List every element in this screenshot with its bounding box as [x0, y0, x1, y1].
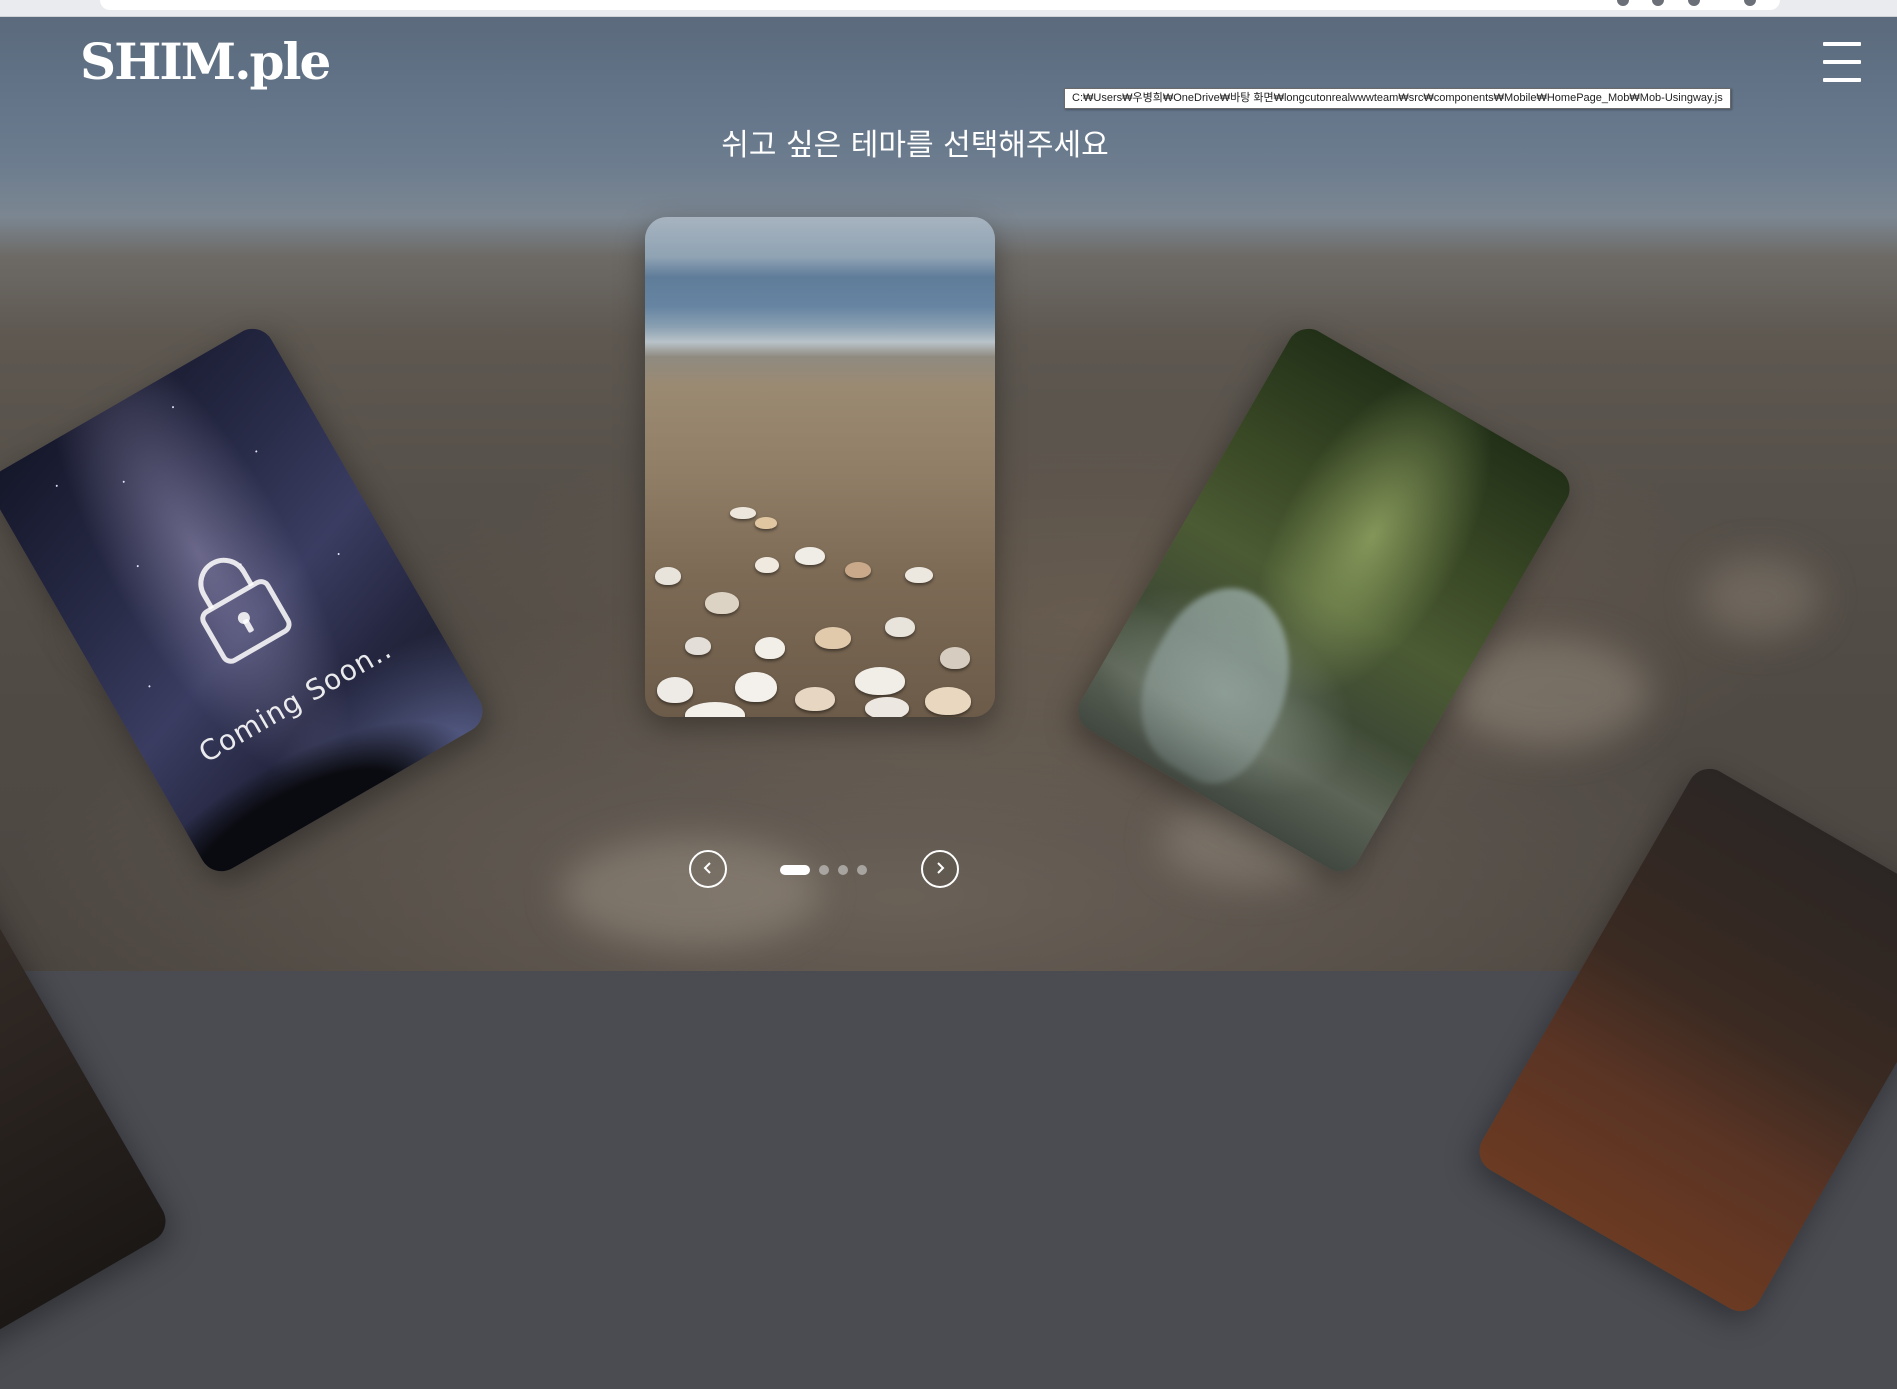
- address-bar[interactable]: [100, 0, 1780, 10]
- pagination-dot-4[interactable]: [857, 865, 867, 875]
- theme-card-beach-active[interactable]: [645, 217, 995, 717]
- carousel-prev-button[interactable]: [689, 850, 727, 888]
- browser-toolbar: [0, 0, 1897, 17]
- carousel-pagination: [780, 865, 867, 875]
- chevron-right-icon: [933, 860, 947, 879]
- carousel-next-button[interactable]: [921, 850, 959, 888]
- chevron-left-icon: [701, 860, 715, 879]
- pagination-dot-3[interactable]: [838, 865, 848, 875]
- pagination-dot-2[interactable]: [819, 865, 829, 875]
- file-path-tooltip: C:₩Users₩우병희₩OneDrive₩바탕 화면₩longcutonrea…: [1064, 88, 1731, 109]
- pagination-dot-1[interactable]: [780, 865, 810, 875]
- site-logo[interactable]: SHIM.ple: [80, 32, 331, 91]
- lock-icon: [168, 531, 301, 671]
- page-title: 쉬고 싶은 테마를 선택해주세요: [721, 128, 1109, 163]
- hamburger-menu-icon[interactable]: [1823, 42, 1861, 82]
